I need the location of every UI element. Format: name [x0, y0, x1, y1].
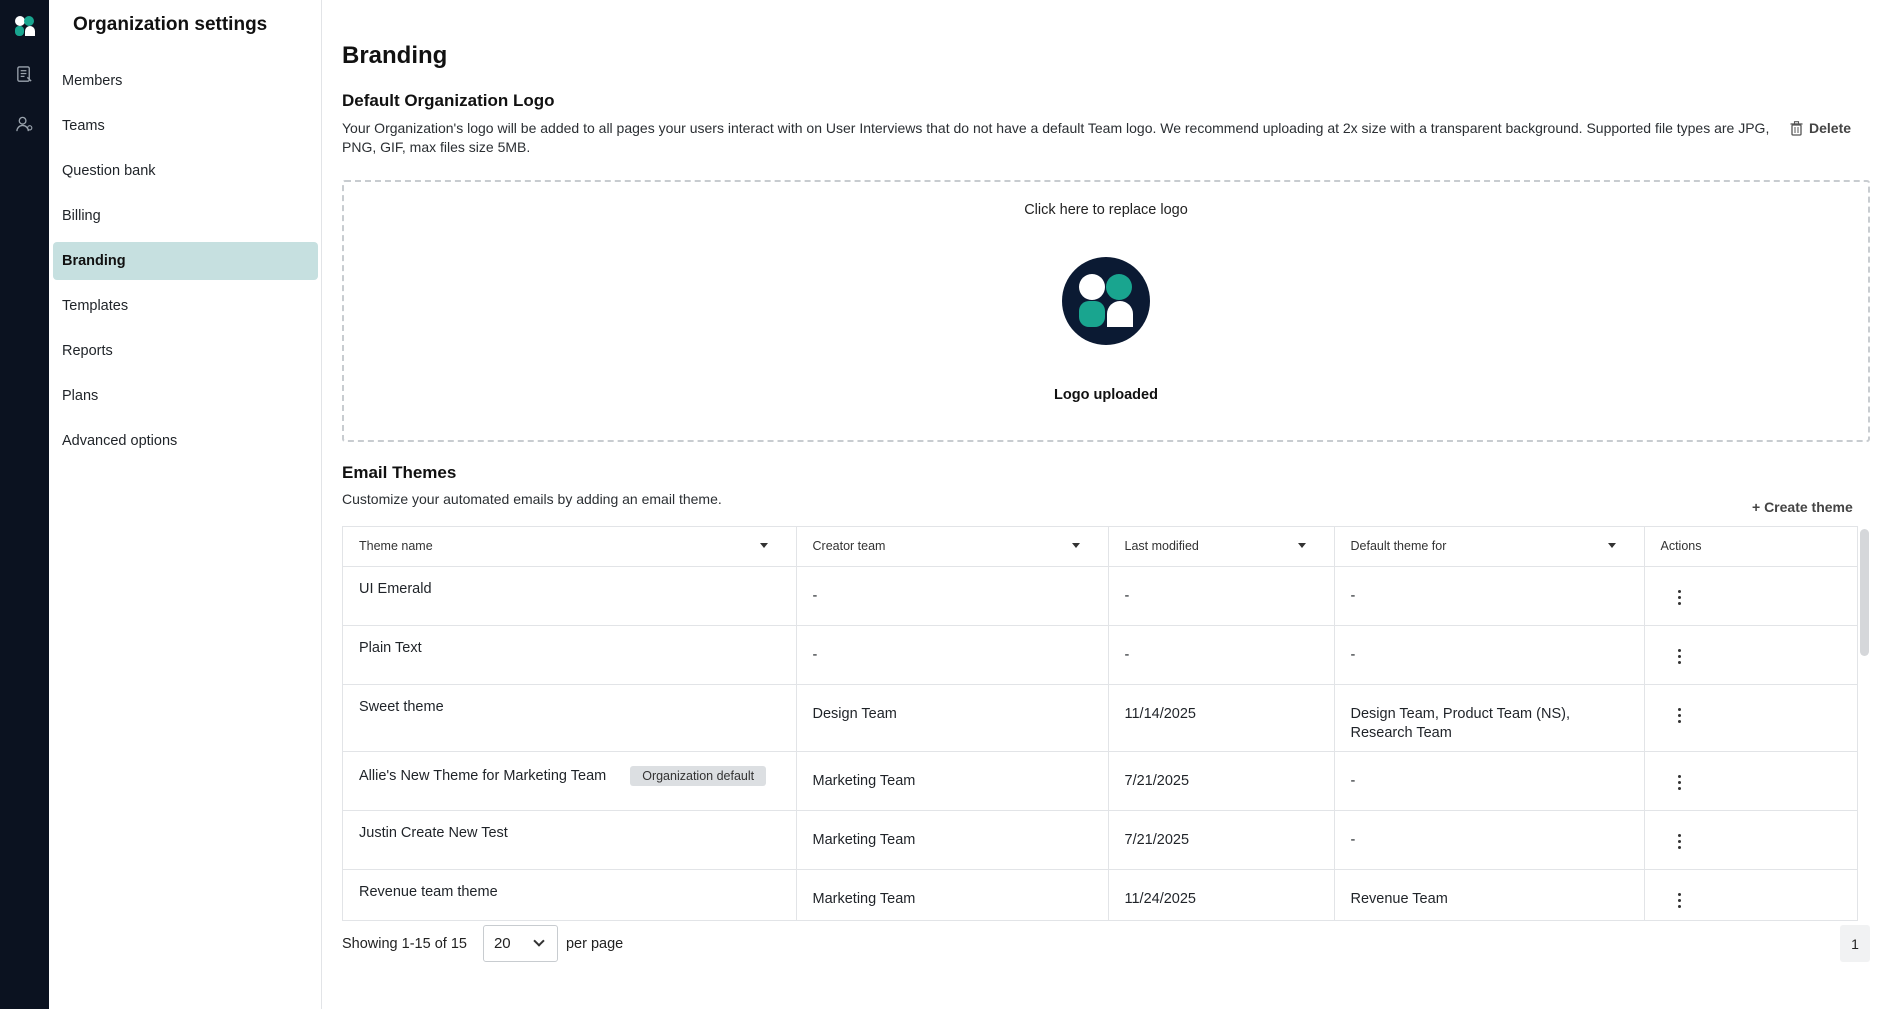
- page-title: Branding: [342, 42, 448, 69]
- column-header-last-modified[interactable]: Last modified: [1108, 527, 1335, 567]
- last-modified-cell: -: [1108, 625, 1335, 685]
- table-row: Plain Text - - -: [343, 625, 1857, 685]
- column-header-actions: Actions: [1644, 527, 1857, 567]
- theme-name: Allie's New Theme for Marketing Team: [359, 767, 607, 784]
- last-modified-cell: 11/24/2025: [1108, 869, 1335, 920]
- sidebar-item-plans[interactable]: Plans: [53, 377, 318, 415]
- sidebar-item-reports[interactable]: Reports: [53, 332, 318, 370]
- theme-name-cell: Plain Text: [343, 625, 797, 685]
- sidebar-item-question-bank[interactable]: Question bank: [53, 152, 318, 190]
- sidebar-item-advanced-options[interactable]: Advanced options: [53, 422, 318, 460]
- trash-icon: [1790, 120, 1803, 136]
- column-header-default-theme-for[interactable]: Default theme for: [1334, 527, 1645, 567]
- delete-logo-button[interactable]: Delete: [1790, 120, 1851, 136]
- per-page-select[interactable]: 20: [482, 925, 558, 962]
- more-options-icon[interactable]: [1677, 892, 1681, 911]
- organization-default-badge: Organization default: [630, 765, 767, 786]
- creator-team-cell: Design Team: [796, 684, 1109, 752]
- sort-icon: [759, 543, 768, 548]
- user-settings-icon[interactable]: [15, 115, 34, 134]
- more-options-icon[interactable]: [1677, 833, 1681, 852]
- logo-section-title: Default Organization Logo: [342, 91, 555, 110]
- sidebar-title: Organization settings: [73, 14, 268, 35]
- email-themes-table: Theme name Creator team Last modified De…: [342, 526, 1858, 921]
- main-content: Branding Default Organization Logo Your …: [342, 0, 1872, 1009]
- default-theme-for-line: Research Team: [1350, 724, 1452, 741]
- actions-cell: [1644, 625, 1857, 685]
- pagination: Showing 1-15 of 15 20 per page: [342, 925, 623, 962]
- table-row: Allie's New Theme for Marketing Team Orga…: [343, 751, 1857, 811]
- logo-section-description: Your Organization's logo will be added t…: [342, 120, 1770, 155]
- settings-nav: Members Teams Question bank Billing Bran…: [53, 62, 318, 467]
- page-number-button[interactable]: 1: [1840, 925, 1870, 962]
- more-options-icon[interactable]: [1677, 774, 1681, 793]
- creator-team-cell: -: [796, 625, 1109, 685]
- actions-cell: [1644, 810, 1857, 870]
- last-modified-cell: 11/14/2025: [1108, 684, 1335, 752]
- sort-icon: [1071, 543, 1080, 548]
- document-icon[interactable]: [15, 65, 34, 84]
- email-themes-title: Email Themes: [342, 463, 457, 482]
- default-theme-for-line: Design Team, Product Team (NS),: [1350, 705, 1570, 722]
- more-options-icon[interactable]: [1677, 648, 1681, 667]
- default-theme-for-cell: Revenue Team: [1334, 869, 1645, 920]
- delete-logo-label: Delete: [1809, 120, 1852, 136]
- sidebar-item-branding[interactable]: Branding: [53, 242, 318, 280]
- create-theme-button[interactable]: + Create theme: [1752, 499, 1853, 515]
- creator-team-cell: Marketing Team: [796, 869, 1109, 920]
- table-row: Revenue team theme Marketing Team 11/24/…: [343, 869, 1857, 920]
- theme-name-cell: Sweet theme: [343, 684, 797, 752]
- table-row: Sweet theme Design Team 11/14/2025 Desig…: [343, 684, 1857, 752]
- default-theme-for-cell: Design Team, Product Team (NS), Research …: [1334, 684, 1645, 752]
- actions-cell: [1644, 566, 1857, 626]
- more-options-icon[interactable]: [1677, 589, 1681, 608]
- showing-count: Showing 1-15 of 15: [342, 935, 467, 952]
- default-theme-for-cell: -: [1334, 751, 1645, 811]
- theme-name-cell: Allie's New Theme for Marketing Team Orga…: [343, 751, 797, 811]
- email-themes-description: Customize your automated emails by addin…: [342, 491, 722, 507]
- actions-cell: [1644, 684, 1857, 752]
- upload-hint: Click here to replace logo: [1024, 202, 1188, 218]
- table-header-row: Theme name Creator team Last modified De…: [343, 527, 1857, 567]
- logo-upload-dropzone[interactable]: Click here to replace logo Logo uploaded: [342, 180, 1870, 442]
- default-theme-for-cell: -: [1334, 810, 1645, 870]
- sidebar-item-templates[interactable]: Templates: [53, 287, 318, 325]
- theme-name-cell: Justin Create New Test: [343, 810, 797, 870]
- last-modified-cell: -: [1108, 566, 1335, 626]
- sidebar-item-members[interactable]: Members: [53, 62, 318, 100]
- settings-sidebar: Organization settings Members Teams Ques…: [49, 0, 322, 1009]
- column-header-theme-name[interactable]: Theme name: [343, 527, 797, 567]
- chevron-down-icon: [533, 935, 545, 947]
- organization-logo-icon: [1062, 257, 1150, 345]
- table-row: UI Emerald - - -: [343, 566, 1857, 626]
- actions-cell: [1644, 869, 1857, 920]
- sidebar-item-teams[interactable]: Teams: [53, 107, 318, 145]
- actions-cell: [1644, 751, 1857, 811]
- theme-name-cell: UI Emerald: [343, 566, 797, 626]
- per-page-label: per page: [565, 935, 624, 952]
- creator-team-cell: Marketing Team: [796, 810, 1109, 870]
- sort-icon: [1297, 543, 1306, 548]
- last-modified-cell: 7/21/2025: [1108, 751, 1335, 811]
- brand-logo-icon[interactable]: [12, 14, 36, 38]
- sidebar-item-billing[interactable]: Billing: [53, 197, 318, 235]
- upload-status: Logo uploaded: [1054, 387, 1158, 403]
- creator-team-cell: -: [796, 566, 1109, 626]
- last-modified-cell: 7/21/2025: [1108, 810, 1335, 870]
- default-theme-for-cell: -: [1334, 625, 1645, 685]
- more-options-icon[interactable]: [1677, 707, 1681, 726]
- default-theme-for-cell: -: [1334, 566, 1645, 626]
- table-row: Justin Create New Test Marketing Team 7/…: [343, 810, 1857, 870]
- sort-icon: [1607, 543, 1616, 548]
- table-scrollbar[interactable]: [1860, 529, 1869, 656]
- creator-team-cell: Marketing Team: [796, 751, 1109, 811]
- theme-name-cell: Revenue team theme: [343, 869, 797, 920]
- app-rail: [0, 0, 49, 1009]
- per-page-value: 20: [493, 935, 511, 952]
- column-header-creator-team[interactable]: Creator team: [796, 527, 1109, 567]
